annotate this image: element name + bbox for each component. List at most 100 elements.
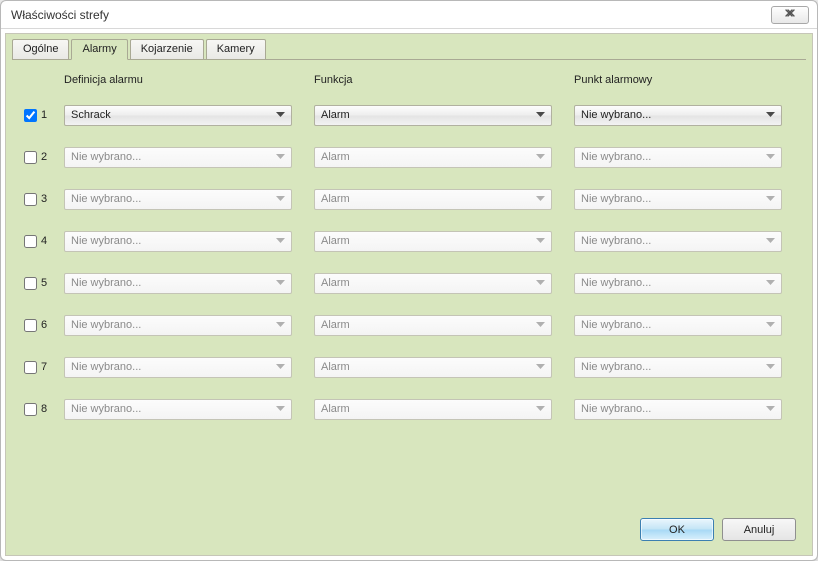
ok-button[interactable]: OK: [640, 518, 714, 541]
cancel-button-label: Anuluj: [744, 524, 775, 536]
chevron-down-icon: [536, 406, 545, 412]
tab-kojarzenie[interactable]: Kojarzenie: [130, 39, 204, 60]
close-button[interactable]: [771, 6, 809, 24]
function-combo[interactable]: Alarm: [314, 105, 552, 126]
definition-combo-value: Nie wybrano...: [71, 361, 141, 373]
function-combo: Alarm: [314, 189, 552, 210]
row-number: 1: [41, 109, 47, 121]
point-combo-value: Nie wybrano...: [581, 319, 651, 331]
definition-combo-value: Nie wybrano...: [71, 319, 141, 331]
chevron-down-icon: [766, 238, 775, 244]
point-combo-value: Nie wybrano...: [581, 151, 651, 163]
chevron-down-icon: [276, 196, 285, 202]
point-combo-value: Nie wybrano...: [581, 361, 651, 373]
alarm-row: 5Nie wybrano...AlarmNie wybrano...: [24, 262, 794, 304]
chevron-down-icon: [276, 280, 285, 286]
header-point: Punkt alarmowy: [574, 74, 804, 86]
definition-combo: Nie wybrano...: [64, 147, 292, 168]
point-combo: Nie wybrano...: [574, 357, 782, 378]
function-combo: Alarm: [314, 231, 552, 252]
point-combo-value: Nie wybrano...: [581, 109, 651, 121]
point-combo: Nie wybrano...: [574, 147, 782, 168]
header-definition: Definicja alarmu: [64, 74, 314, 86]
row-enable-checkbox[interactable]: [24, 403, 37, 416]
chevron-down-icon: [276, 364, 285, 370]
definition-combo-value: Nie wybrano...: [71, 403, 141, 415]
definition-combo: Nie wybrano...: [64, 357, 292, 378]
function-combo-value: Alarm: [321, 151, 350, 163]
point-combo: Nie wybrano...: [574, 315, 782, 336]
function-combo-value: Alarm: [321, 193, 350, 205]
function-combo: Alarm: [314, 273, 552, 294]
alarm-row: 3 Nie wybrano... Alarm Nie wybrano...: [24, 178, 794, 220]
function-combo: Alarm: [314, 147, 552, 168]
row-enable-checkbox[interactable]: [24, 361, 37, 374]
function-combo: Alarm: [314, 399, 552, 420]
row-check-group: 5: [24, 277, 64, 290]
function-combo: Alarm: [314, 357, 552, 378]
chevron-down-icon: [276, 154, 285, 160]
row-number: 8: [41, 403, 47, 415]
row-check-group: 7: [24, 361, 64, 374]
definition-combo-value: Nie wybrano...: [71, 235, 141, 247]
definition-combo: Nie wybrano...: [64, 231, 292, 252]
function-combo-value: Alarm: [321, 319, 350, 331]
definition-combo-value: Nie wybrano...: [71, 151, 141, 163]
row-check-group: 1: [24, 109, 64, 122]
chevron-down-icon: [276, 322, 285, 328]
row-enable-checkbox[interactable]: [24, 193, 37, 206]
chevron-down-icon: [766, 112, 775, 118]
tab-kamery[interactable]: Kamery: [206, 39, 266, 60]
function-combo-value: Alarm: [321, 403, 350, 415]
row-check-group: 6: [24, 319, 64, 332]
definition-combo: Nie wybrano...: [64, 189, 292, 210]
point-combo: Nie wybrano...: [574, 399, 782, 420]
chevron-down-icon: [536, 154, 545, 160]
chevron-down-icon: [536, 280, 545, 286]
point-combo: Nie wybrano...: [574, 189, 782, 210]
definition-combo-value: Schrack: [71, 109, 111, 121]
row-number: 3: [41, 193, 47, 205]
alarm-row: 4 Nie wybrano... Alarm Nie wybrano...: [24, 220, 794, 262]
column-headers: Definicja alarmu Funkcja Punkt alarmowy: [24, 74, 794, 86]
point-combo: Nie wybrano...: [574, 231, 782, 252]
function-combo: Alarm: [314, 315, 552, 336]
row-check-group: 4: [24, 235, 64, 248]
definition-combo[interactable]: Schrack: [64, 105, 292, 126]
tab-strip: OgólneAlarmyKojarzenieKamery: [6, 34, 812, 59]
alarm-row: 1 Schrack Alarm Nie wybrano...: [24, 94, 794, 136]
dialog-footer: OK Anuluj: [6, 508, 812, 555]
alarm-row: 6 Nie wybrano... Alarm Nie wybrano...: [24, 304, 794, 346]
point-combo-value: Nie wybrano...: [581, 403, 651, 415]
point-combo[interactable]: Nie wybrano...: [574, 105, 782, 126]
cancel-button[interactable]: Anuluj: [722, 518, 796, 541]
chevron-down-icon: [766, 406, 775, 412]
chevron-down-icon: [536, 238, 545, 244]
alarm-row: 2Nie wybrano...AlarmNie wybrano...: [24, 136, 794, 178]
definition-combo: Nie wybrano...: [64, 315, 292, 336]
function-combo-value: Alarm: [321, 109, 350, 121]
chevron-down-icon: [766, 280, 775, 286]
row-enable-checkbox[interactable]: [24, 235, 37, 248]
row-enable-checkbox[interactable]: [24, 109, 37, 122]
function-combo-value: Alarm: [321, 235, 350, 247]
function-combo-value: Alarm: [321, 277, 350, 289]
tab-alarmy[interactable]: Alarmy: [71, 39, 127, 60]
chevron-down-icon: [536, 196, 545, 202]
tab-ogólne[interactable]: Ogólne: [12, 39, 69, 60]
row-enable-checkbox[interactable]: [24, 277, 37, 290]
point-combo: Nie wybrano...: [574, 273, 782, 294]
definition-combo-value: Nie wybrano...: [71, 193, 141, 205]
chevron-down-icon: [536, 364, 545, 370]
row-enable-checkbox[interactable]: [24, 319, 37, 332]
content-panel: OgólneAlarmyKojarzenieKamery Definicja a…: [5, 33, 813, 556]
chevron-down-icon: [276, 406, 285, 412]
row-check-group: 8: [24, 403, 64, 416]
row-number: 7: [41, 361, 47, 373]
row-enable-checkbox[interactable]: [24, 151, 37, 164]
dialog-window: Właściwości strefy OgólneAlarmyKojarzeni…: [0, 0, 818, 561]
header-function: Funkcja: [314, 74, 574, 86]
point-combo-value: Nie wybrano...: [581, 235, 651, 247]
point-combo-value: Nie wybrano...: [581, 277, 651, 289]
alarm-row: 7 Nie wybrano... Alarm Nie wybrano...: [24, 346, 794, 388]
